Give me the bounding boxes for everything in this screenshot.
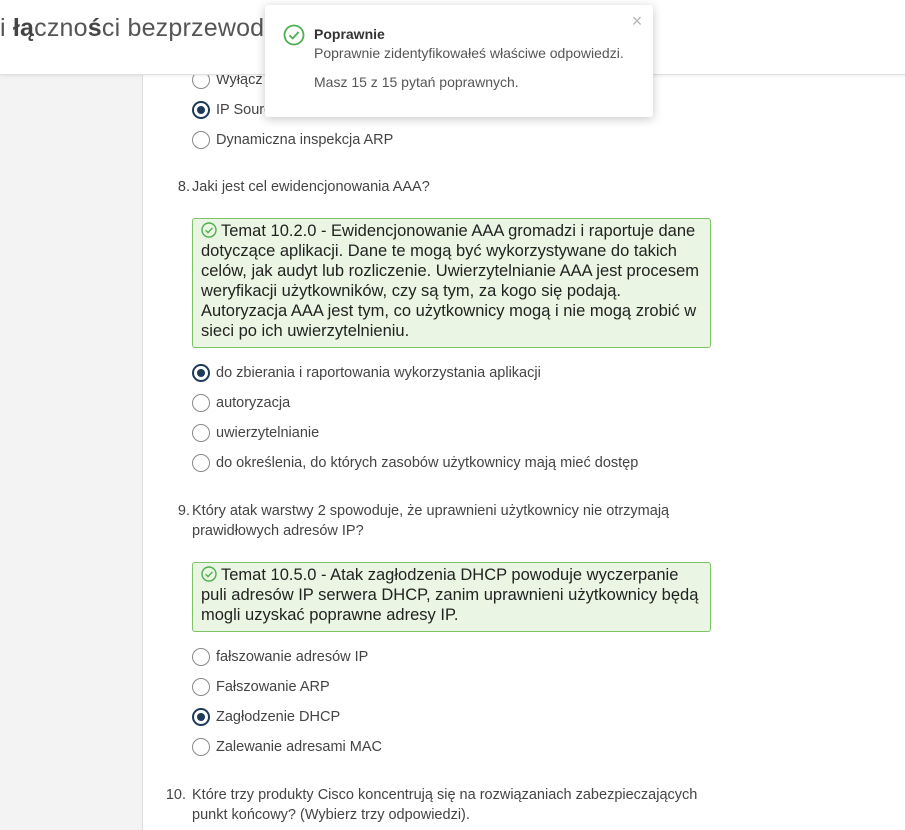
toast-message: Poprawnie zidentyfikowałeś właściwe odpo… xyxy=(314,45,624,61)
q9-option-1[interactable]: fałszowanie adresów IP xyxy=(192,645,368,669)
option-label: do zbierania i raportowania wykorzystani… xyxy=(216,365,541,381)
option-label: do określenia, do których zasobów użytko… xyxy=(216,455,639,471)
check-circle-icon xyxy=(283,24,305,46)
question-number: 10. xyxy=(165,787,186,803)
q9-option-4[interactable]: Zalewanie adresami MAC xyxy=(192,735,382,759)
radio-unchecked-icon[interactable] xyxy=(192,394,210,412)
question-text-line1: Które trzy produkty Cisco koncentrują si… xyxy=(192,787,698,803)
close-icon[interactable]: × xyxy=(629,12,645,30)
success-toast: Poprawnie Poprawnie zidentyfikowałeś wła… xyxy=(265,5,653,117)
q7-option-3[interactable]: Dynamiczna inspekcja ARP xyxy=(192,128,393,152)
feedback-box-q9: Temat 10.5.0 - Atak zagłodzenia DHCP pow… xyxy=(192,562,711,632)
option-label: Fałszowanie ARP xyxy=(216,679,330,695)
toast-title: Poprawnie xyxy=(314,26,385,42)
radio-unchecked-icon[interactable] xyxy=(192,648,210,666)
radio-checked-icon[interactable] xyxy=(192,364,210,382)
q8-option-1[interactable]: do zbierania i raportowania wykorzystani… xyxy=(192,361,541,385)
q8-option-2[interactable]: autoryzacja xyxy=(192,391,290,415)
radio-checked-icon[interactable] xyxy=(192,101,210,119)
q9-option-3[interactable]: Zagłodzenie DHCP xyxy=(192,705,340,729)
quiz-content: Wyłącz IP Source Guard Dynamiczna inspek… xyxy=(0,0,905,830)
question-number: 9. xyxy=(177,503,190,519)
check-circle-icon xyxy=(201,566,217,582)
check-circle-icon xyxy=(201,222,217,238)
q9-option-2[interactable]: Fałszowanie ARP xyxy=(192,675,330,699)
option-label: Dynamiczna inspekcja ARP xyxy=(216,132,394,148)
question-text-line1: Który atak warstwy 2 spowoduje, że upraw… xyxy=(192,503,670,519)
question-text-line2: punkt końcowy? (Wybierz trzy odpowiedzi)… xyxy=(192,807,470,823)
option-label: autoryzacja xyxy=(216,395,291,411)
page-title: i łączności bezprzewodo xyxy=(0,14,279,42)
radio-unchecked-icon[interactable] xyxy=(192,678,210,696)
question-text-line2: prawidłowych adresów IP? xyxy=(192,523,364,539)
feedback-box-q8: Temat 10.2.0 - Ewidencjonowanie AAA grom… xyxy=(192,218,711,348)
q8-option-3[interactable]: uwierzytelnianie xyxy=(192,421,319,445)
radio-unchecked-icon[interactable] xyxy=(192,454,210,472)
option-label: uwierzytelnianie xyxy=(216,425,320,441)
option-label: Zalewanie adresami MAC xyxy=(216,739,383,755)
toast-score: Masz 15 z 15 pytań poprawnych. xyxy=(314,74,519,90)
radio-checked-icon[interactable] xyxy=(192,708,210,726)
q8-option-4[interactable]: do określenia, do których zasobów użytko… xyxy=(192,451,638,475)
option-label: Zagłodzenie DHCP xyxy=(216,709,341,725)
option-label: fałszowanie adresów IP xyxy=(216,649,369,665)
radio-unchecked-icon[interactable] xyxy=(192,131,210,149)
radio-unchecked-icon[interactable] xyxy=(192,424,210,442)
feedback-text: Temat 10.2.0 - Ewidencjonowanie AAA grom… xyxy=(201,222,699,340)
radio-unchecked-icon[interactable] xyxy=(192,738,210,756)
question-number: 8. xyxy=(177,179,190,195)
feedback-text: Temat 10.5.0 - Atak zagłodzenia DHCP pow… xyxy=(201,566,699,624)
question-text: Jaki jest cel ewidencjonowania AAA? xyxy=(192,179,430,195)
